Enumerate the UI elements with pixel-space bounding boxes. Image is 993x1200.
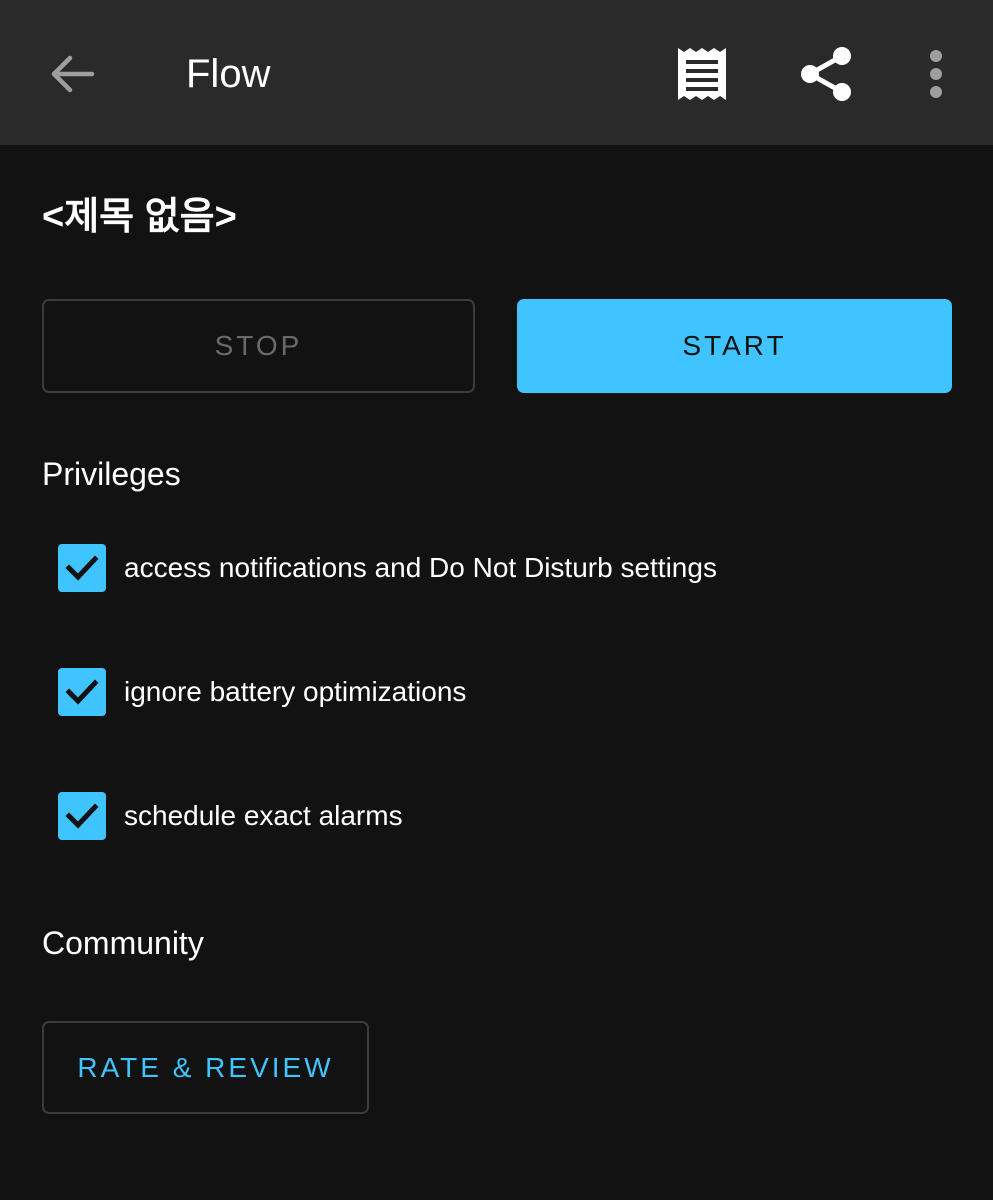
flow-title[interactable]: <제목 없음> xyxy=(42,192,237,242)
privilege-label: schedule exact alarms xyxy=(124,800,403,831)
privilege-item-notifications[interactable]: access notifications and Do Not Disturb … xyxy=(58,543,717,593)
arrow-back-icon xyxy=(51,55,95,93)
checkbox-checked[interactable] xyxy=(58,544,106,592)
privilege-label: ignore battery optimizations xyxy=(124,676,467,707)
checkbox-checked[interactable] xyxy=(58,792,106,840)
more-options-button[interactable] xyxy=(906,44,966,104)
rate-review-button[interactable]: RATE & REVIEW xyxy=(42,1021,369,1114)
check-icon xyxy=(65,803,99,829)
privilege-item-alarms[interactable]: schedule exact alarms xyxy=(58,791,403,841)
community-heading: Community xyxy=(42,925,204,961)
check-icon xyxy=(65,679,99,705)
app-bar: Flow xyxy=(0,0,993,145)
app-title: Flow xyxy=(186,52,271,96)
back-button[interactable] xyxy=(48,50,96,98)
checkbox-checked[interactable] xyxy=(58,668,106,716)
privileges-heading: Privileges xyxy=(42,456,181,492)
start-button[interactable]: START xyxy=(517,299,952,393)
stop-button[interactable]: STOP xyxy=(42,299,475,393)
share-icon xyxy=(801,47,851,101)
more-vert-icon xyxy=(930,50,942,98)
receipt-icon xyxy=(678,48,726,100)
share-button[interactable] xyxy=(796,44,856,104)
privilege-item-battery[interactable]: ignore battery optimizations xyxy=(58,667,466,717)
privilege-label: access notifications and Do Not Disturb … xyxy=(124,552,717,583)
check-icon xyxy=(65,555,99,581)
log-button[interactable] xyxy=(672,44,732,104)
